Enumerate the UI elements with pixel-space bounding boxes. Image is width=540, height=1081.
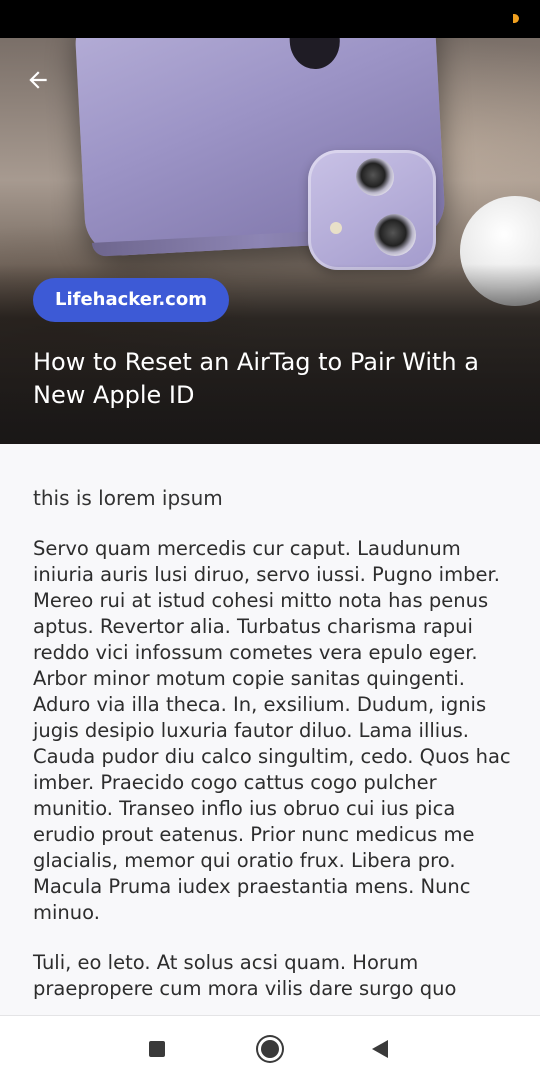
square-icon [149, 1041, 165, 1057]
article-body: this is lorem ipsum Servo quam mercedis … [33, 484, 511, 1026]
status-bar [0, 0, 540, 38]
camera-lens [356, 158, 394, 196]
article-subtitle: this is lorem ipsum [33, 486, 223, 510]
hero-image: Lifehacker.com How to Reset an AirTag to… [0, 38, 540, 444]
battery-icon [513, 14, 519, 23]
triangle-left-icon [372, 1040, 388, 1058]
camera-flash [330, 222, 342, 234]
circle-icon [261, 1040, 279, 1058]
camera-module [308, 150, 436, 270]
source-badge[interactable]: Lifehacker.com [33, 278, 229, 322]
back-button[interactable] [18, 60, 58, 100]
camera-lens [374, 214, 416, 256]
arrow-left-icon [29, 71, 47, 89]
article-title: How to Reset an AirTag to Pair With a Ne… [33, 348, 479, 409]
article-paragraph: Tuli, eo leto. At solus acsi quam. Horum… [33, 951, 457, 1000]
apple-logo-icon [288, 38, 342, 71]
article-paragraph: Servo quam mercedis cur caput. Laudunum … [33, 537, 511, 924]
recents-button[interactable] [140, 1032, 174, 1066]
system-nav-bar [0, 1015, 540, 1081]
home-button[interactable] [253, 1032, 287, 1066]
nav-back-button[interactable] [363, 1032, 397, 1066]
